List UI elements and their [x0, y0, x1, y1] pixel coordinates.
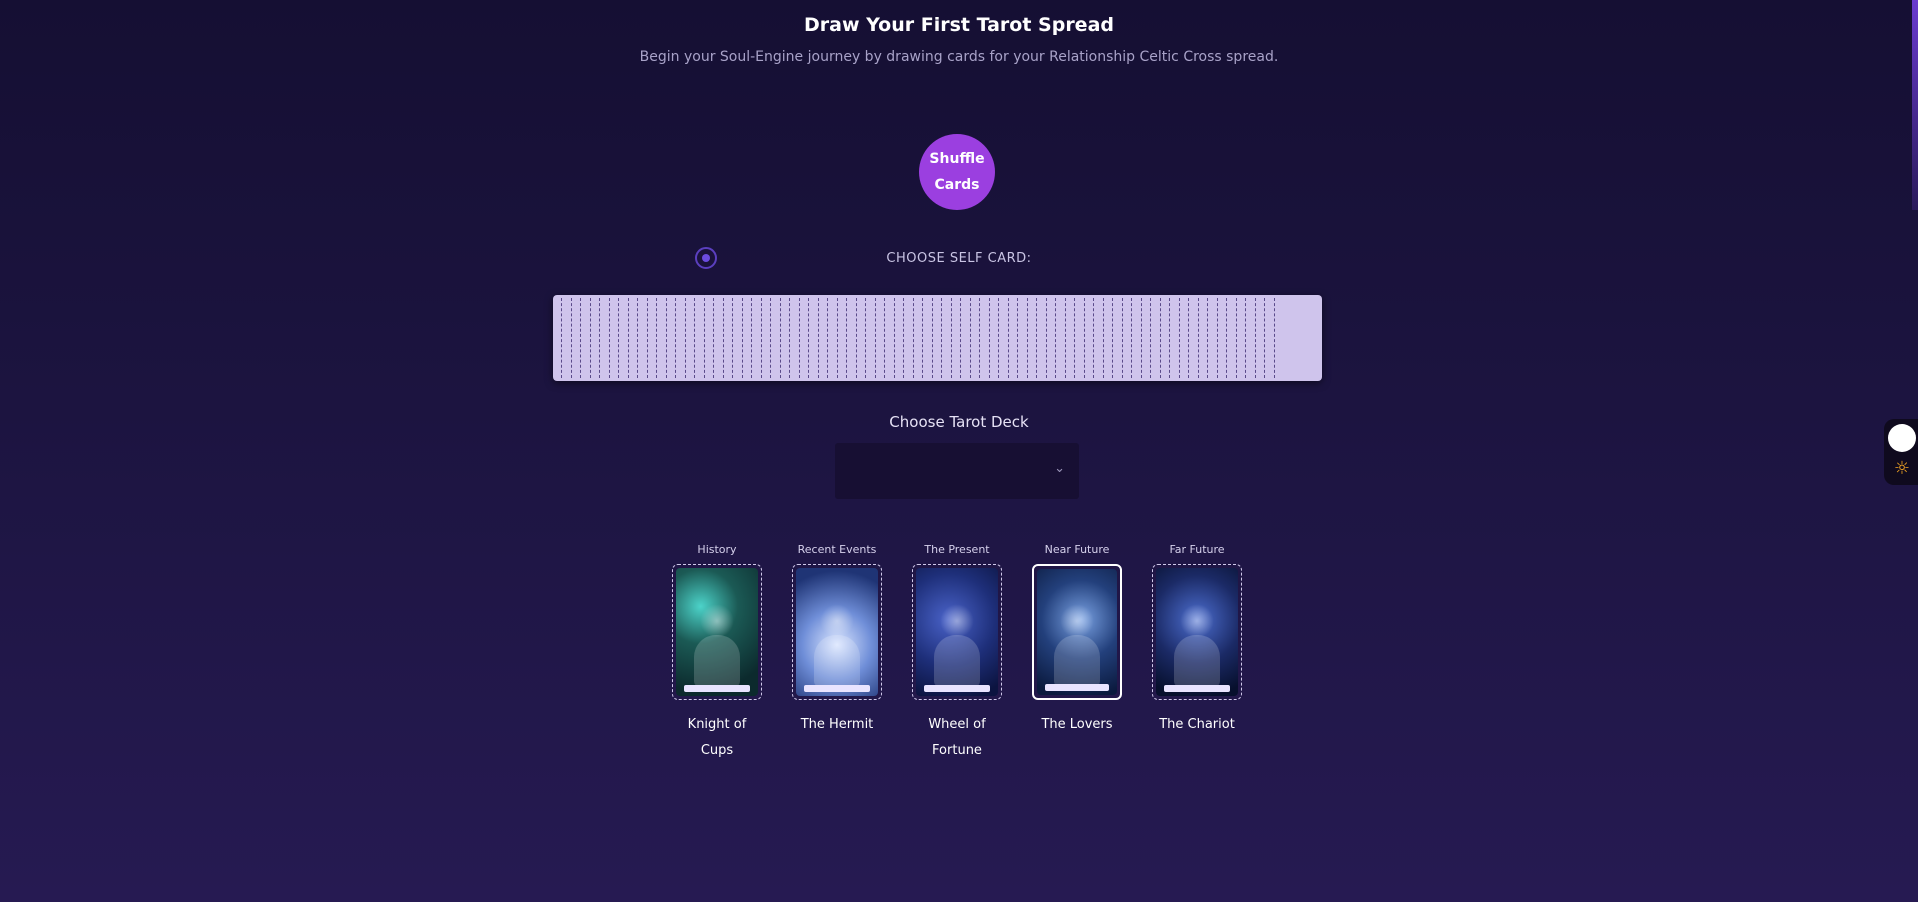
deck-card[interactable]	[1273, 298, 1310, 378]
sun-icon[interactable]: ☼	[1892, 459, 1912, 479]
card-artwork	[676, 568, 758, 696]
card-deck-strip[interactable]	[553, 295, 1322, 381]
card-artwork	[916, 568, 998, 696]
shuffle-cards-button[interactable]: Shuffle Cards	[919, 134, 995, 210]
tarot-card[interactable]	[792, 564, 882, 700]
scrollbar[interactable]	[1912, 0, 1918, 902]
spread-row: History Knight of Cups Recent Events The…	[0, 542, 1918, 772]
spread-slot-near-future: Near Future The Lovers	[1031, 542, 1123, 738]
spread-slot-history: History Knight of Cups	[671, 542, 763, 764]
tarot-card[interactable]	[1152, 564, 1242, 700]
card-artwork	[796, 568, 878, 696]
tarot-card[interactable]	[672, 564, 762, 700]
card-name: The Hermit	[800, 717, 874, 732]
card-artwork	[1156, 568, 1238, 696]
tarot-card[interactable]	[1032, 564, 1122, 700]
chevron-down-icon: ⌄	[1054, 461, 1065, 476]
page-subtitle: Begin your Soul-Engine journey by drawin…	[639, 49, 1279, 65]
slot-position-label: Far Future	[1169, 543, 1225, 556]
card-artwork	[1037, 569, 1117, 695]
scrollbar-thumb[interactable]	[1912, 0, 1918, 210]
card-name: The Chariot	[1159, 717, 1235, 732]
choose-self-card-label: CHOOSE SELF CARD:	[886, 251, 1032, 266]
spread-slot-the-present: The Present Wheel of Fortune	[911, 542, 1003, 764]
slot-position-label: Near Future	[1044, 543, 1110, 556]
spread-slot-recent-events: Recent Events The Hermit	[791, 542, 883, 738]
card-name: Knight of Cups	[687, 717, 747, 758]
slot-position-label: The Present	[924, 543, 990, 556]
spread-slot-far-future: Far Future The Chariot	[1151, 542, 1243, 738]
card-name: The Lovers	[1041, 717, 1113, 732]
page-title: Draw Your First Tarot Spread	[804, 14, 1114, 36]
card-name: Wheel of Fortune	[928, 717, 986, 758]
tarot-deck-select[interactable]: ⌄	[835, 443, 1079, 499]
slot-position-label: History	[697, 543, 737, 556]
slot-position-label: Recent Events	[797, 543, 877, 556]
choose-tarot-deck-label: Choose Tarot Deck	[889, 413, 1029, 431]
tarot-card[interactable]	[912, 564, 1002, 700]
